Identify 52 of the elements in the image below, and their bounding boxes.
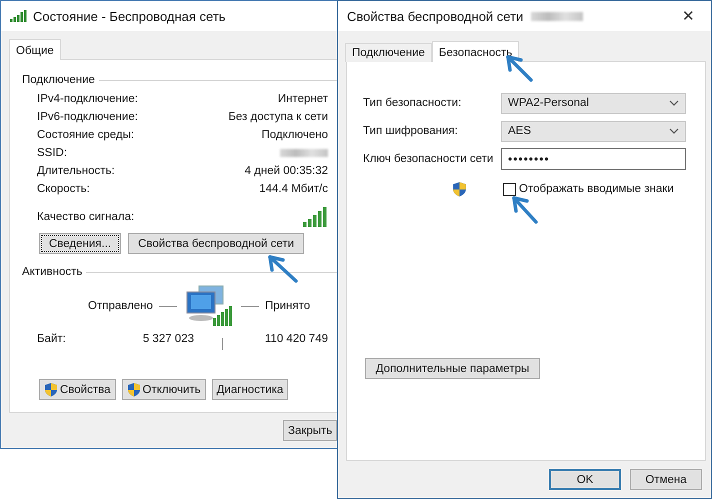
shield-icon	[452, 181, 467, 197]
received-label: Принято	[264, 300, 310, 312]
chevron-down-icon	[669, 128, 679, 134]
shield-icon	[126, 382, 140, 397]
field-label: Скорость:	[37, 183, 90, 195]
dropdown[interactable]: AES	[501, 120, 686, 142]
shield-icon	[44, 382, 58, 397]
field-value: 144.4 Мбит/с	[259, 183, 328, 195]
pointer-arrow	[512, 196, 538, 224]
advanced-settings-button[interactable]: Дополнительные параметры	[365, 358, 540, 379]
dialog-button[interactable]: Диагностика	[212, 379, 288, 400]
tab[interactable]: Подключение	[345, 43, 432, 62]
pointer-arrow	[268, 255, 298, 283]
tab[interactable]: Общие	[9, 39, 61, 60]
window-title: Состояние - Беспроводная сеть	[33, 8, 226, 24]
signal-strength-icon	[302, 206, 328, 228]
window-title: Свойства беспроводной сети	[347, 8, 524, 24]
dialog-button[interactable]: Отключить	[122, 379, 206, 400]
group-heading: Активность	[22, 266, 82, 278]
field-label: Ключ безопасности сети	[363, 153, 494, 165]
sent-label: Отправлено	[88, 300, 153, 312]
field-value: Интернет	[278, 93, 328, 105]
signal-bars-icon	[9, 9, 27, 23]
dialog-button[interactable]: Сведения...	[39, 233, 122, 254]
tab[interactable]: Безопасность	[432, 41, 520, 62]
field-label: Байт:	[37, 333, 67, 345]
field-label: IPv4-подключение:	[37, 93, 138, 105]
field-label: Длительность:	[37, 165, 115, 177]
password-field[interactable]: ••••••••	[501, 148, 686, 170]
close-icon[interactable]: ✕	[674, 7, 703, 25]
dropdown[interactable]: WPA2-Personal	[501, 92, 686, 114]
group-heading: Подключение	[22, 74, 95, 86]
dialog-button[interactable]: OK	[549, 469, 621, 490]
pointer-arrow	[506, 55, 533, 82]
field-label: Состояние среды:	[37, 129, 134, 141]
field-label: SSID:	[37, 147, 68, 159]
close-button[interactable]: Закрыть	[283, 420, 338, 441]
field-label: Тип безопасности:	[363, 97, 462, 109]
field-value: 4 дней 00:35:32	[244, 165, 328, 177]
checkbox-label[interactable]: Отображать вводимые знаки	[519, 183, 674, 195]
chevron-down-icon	[669, 100, 679, 106]
dialog-button[interactable]: Свойства беспроводной сети	[128, 233, 304, 254]
bytes-sent: 5 327 023	[142, 333, 194, 345]
dialog-button[interactable]: Свойства	[39, 379, 116, 400]
field-label: Тип шифрования:	[363, 125, 459, 137]
field-value: Без доступа к сети	[228, 111, 328, 123]
field-label: Качество сигнала:	[37, 211, 134, 223]
field-value: Подключено	[262, 129, 328, 141]
checkbox[interactable]	[503, 182, 516, 196]
field-label: IPv6-подключение:	[37, 111, 138, 123]
bytes-received: 110 420 749	[264, 333, 328, 345]
dialog-button[interactable]: Отмена	[630, 469, 702, 490]
